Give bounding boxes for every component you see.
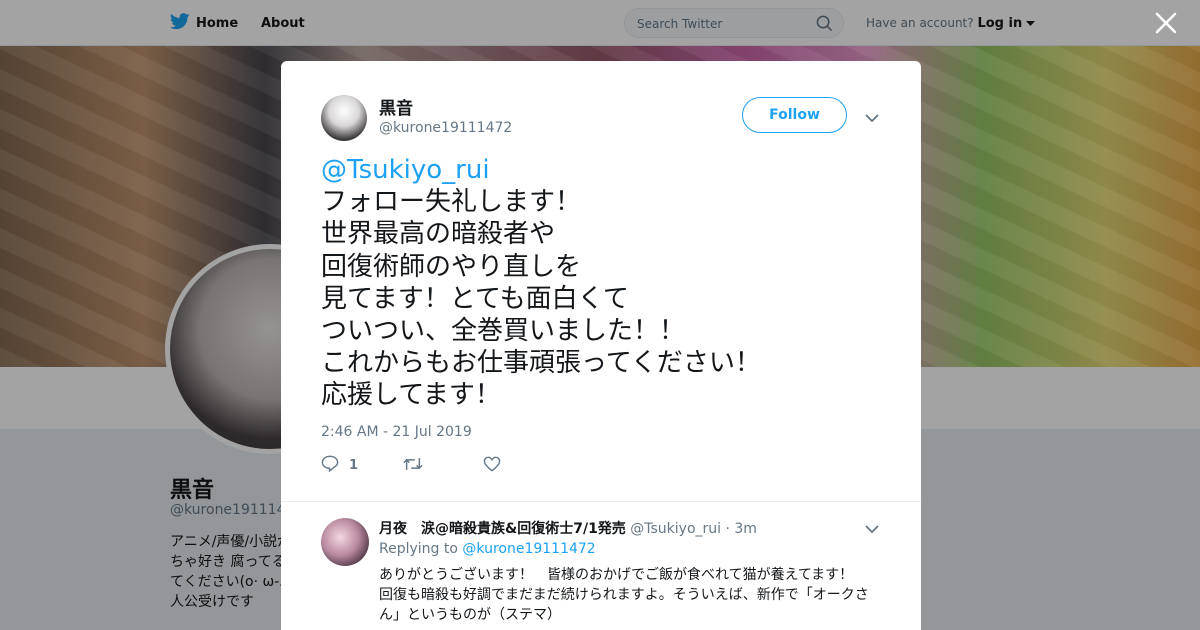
reply-header: 月夜 涙@暗殺貴族&回復術士7/1発売 @Tsukiyo_rui · 3m bbox=[379, 518, 757, 538]
tweet-timestamp[interactable]: 2:46 AM - 21 Jul 2019 bbox=[321, 424, 472, 440]
reply-author-avatar[interactable] bbox=[321, 518, 369, 566]
author-avatar[interactable] bbox=[321, 95, 367, 141]
reply-button[interactable]: 1 bbox=[321, 455, 403, 476]
author-handle[interactable]: @kurone19111472 bbox=[379, 120, 512, 136]
reply-author-handle[interactable]: @Tsukiyo_rui bbox=[630, 521, 721, 537]
reply-body: ありがとうございます！ 皆様のおかげでご飯が食べれて猫が養えてます！ 回復も暗殺… bbox=[379, 567, 869, 623]
chevron-down-icon[interactable] bbox=[865, 519, 879, 538]
reply-icon bbox=[321, 455, 339, 476]
close-icon[interactable] bbox=[1154, 11, 1178, 39]
tweet-text: @Tsukiyo_rui フォロー失礼します！ 世界最高の暗殺者や 回復術師のや… bbox=[321, 154, 881, 412]
like-button[interactable] bbox=[483, 456, 501, 476]
follow-button[interactable]: Follow bbox=[742, 97, 847, 133]
heart-icon bbox=[483, 456, 501, 476]
tweet-actions: 1 bbox=[321, 455, 501, 476]
reply-tweet[interactable]: 月夜 涙@暗殺貴族&回復術士7/1発売 @Tsukiyo_rui · 3m Re… bbox=[281, 501, 921, 623]
reply-count: 1 bbox=[349, 458, 359, 473]
tweet-mention-link[interactable]: @Tsukiyo_rui bbox=[321, 155, 490, 185]
replying-to-label: Replying to bbox=[379, 541, 458, 557]
reply-author-name[interactable]: 月夜 涙@暗殺貴族&回復術士7/1発売 bbox=[379, 521, 626, 537]
retweet-icon bbox=[403, 457, 423, 475]
replying-to-handle[interactable]: @kurone19111472 bbox=[462, 541, 595, 557]
retweet-button[interactable] bbox=[403, 457, 483, 475]
tweet-modal: 黒音 @kurone19111472 Follow @Tsukiyo_rui フ… bbox=[281, 61, 921, 630]
tweet-body: フォロー失礼します！ 世界最高の暗殺者や 回復術師のやり直しを 見てます！とても… bbox=[321, 187, 761, 411]
replying-to-line: Replying to @kurone19111472 bbox=[379, 541, 596, 557]
chevron-down-icon[interactable] bbox=[865, 108, 879, 127]
reply-time[interactable]: · 3m bbox=[726, 521, 757, 537]
author-name[interactable]: 黒音 bbox=[379, 94, 413, 119]
